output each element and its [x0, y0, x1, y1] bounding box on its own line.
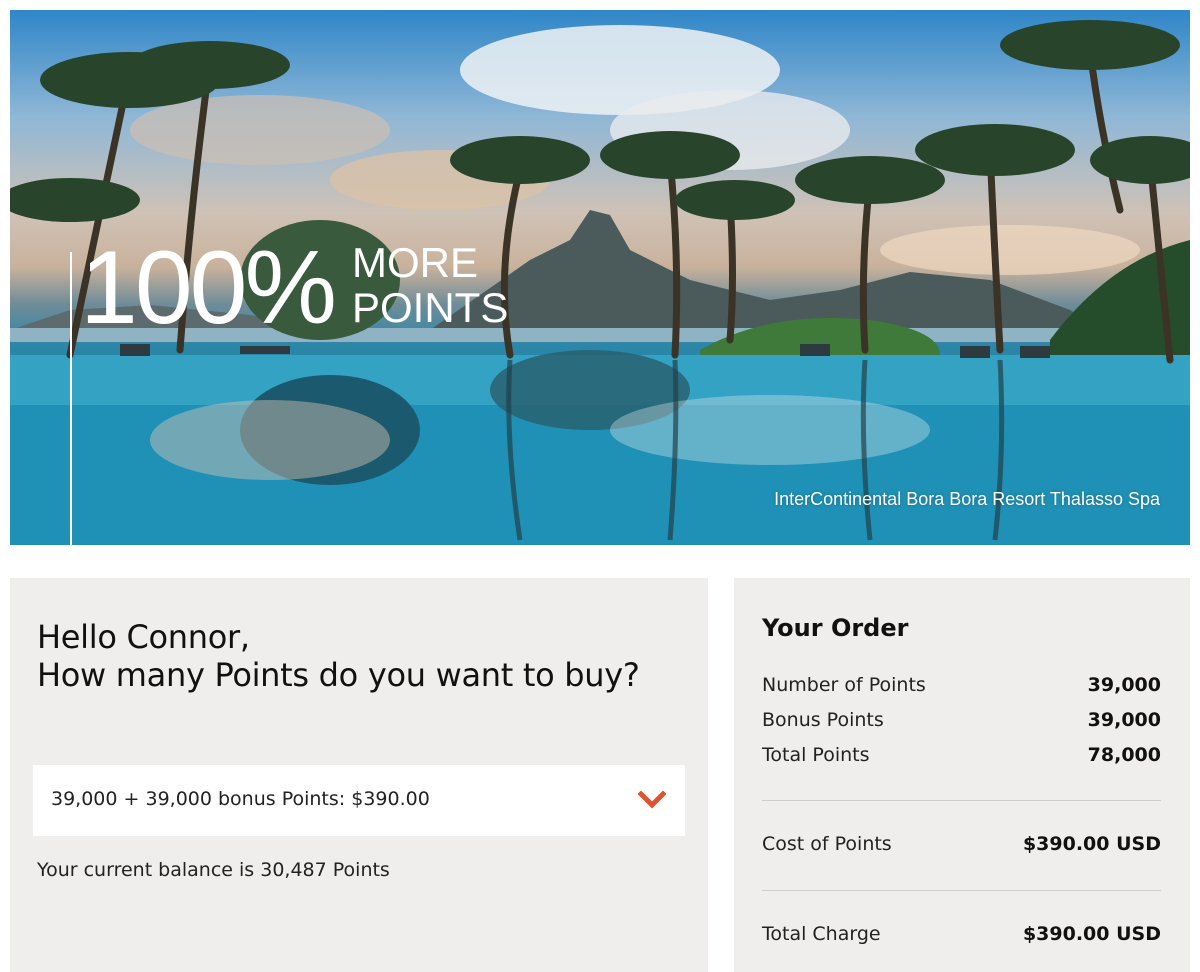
order-row-total-points: Total Points 78,000 — [762, 744, 1161, 770]
order-row-bonus-points: Bonus Points 39,000 — [762, 709, 1161, 735]
hero-accent-line — [70, 252, 72, 545]
greeting-heading: Hello Connor, How many Points do you wan… — [37, 618, 677, 694]
order-row-label: Total Points — [762, 744, 870, 766]
order-summary-panel: Your Order Number of Points 39,000 Bonus… — [734, 578, 1190, 972]
order-row-label: Bonus Points — [762, 709, 884, 731]
hero-banner: 100% MORE POINTS InterContinental Bora B… — [10, 10, 1190, 545]
promo-percent: 100% — [80, 230, 337, 346]
order-row-value: 39,000 — [1087, 674, 1161, 696]
greeting-name: Hello Connor, — [37, 618, 250, 656]
points-quantity-select[interactable]: 39,000 + 39,000 bonus Points: $390.00 — [33, 765, 685, 836]
promo-more-label: MORE — [352, 239, 478, 286]
promo-headline: MORE POINTS — [352, 240, 508, 330]
selected-points-option: 39,000 + 39,000 bonus Points: $390.00 — [51, 788, 430, 810]
order-divider — [762, 890, 1161, 891]
order-title: Your Order — [762, 614, 909, 642]
greeting-question: How many Points do you want to buy? — [37, 656, 640, 694]
order-row-value: 39,000 — [1087, 709, 1161, 731]
cost-label: Cost of Points — [762, 833, 892, 855]
order-row-label: Number of Points — [762, 674, 926, 696]
order-row-cost-of-points: Cost of Points $390.00 USD — [762, 833, 1161, 859]
current-balance: Your current balance is 30,487 Points — [37, 859, 390, 881]
order-row-total-charge: Total Charge $390.00 USD — [762, 923, 1161, 949]
total-charge-value: $390.00 USD — [1022, 923, 1161, 945]
order-divider — [762, 800, 1161, 801]
order-row-number-of-points: Number of Points 39,000 — [762, 674, 1161, 700]
promo-points-label: POINTS — [352, 284, 509, 331]
buy-points-panel: Hello Connor, How many Points do you wan… — [10, 578, 708, 972]
order-row-value: 78,000 — [1087, 744, 1161, 766]
hero-caption: InterContinental Bora Bora Resort Thalas… — [774, 489, 1160, 509]
total-charge-label: Total Charge — [762, 923, 881, 945]
chevron-down-icon[interactable] — [638, 791, 666, 809]
cost-value: $390.00 USD — [1022, 833, 1161, 855]
